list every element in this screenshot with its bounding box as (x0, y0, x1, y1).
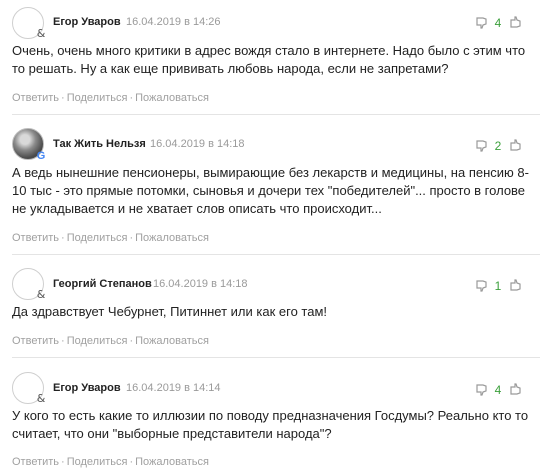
comment-actions: Ответить · Поделиться · Пожаловаться (12, 456, 209, 468)
reply-link[interactable]: Ответить (12, 456, 59, 468)
thumb-up-icon[interactable] (509, 382, 523, 396)
comment-actions: Ответить · Поделиться · Пожаловаться (12, 232, 209, 244)
likes-count: 4 (494, 16, 502, 30)
comment-author[interactable]: Так Жить Нельзя (53, 138, 146, 150)
thumb-up-icon[interactable] (509, 15, 523, 29)
comment-author[interactable]: Егор Уваров (53, 16, 121, 28)
comment-text: Да здравствует Чебурнет, Питиннет или ка… (12, 304, 328, 319)
divider (12, 114, 540, 115)
provider-icon: & (36, 288, 46, 301)
reply-link[interactable]: Ответить (12, 335, 59, 347)
thumb-up-icon[interactable] (509, 138, 523, 152)
likes-count: 2 (494, 139, 502, 153)
share-link[interactable]: Поделиться (67, 456, 128, 468)
comment-text: Очень, очень много критики в адрес вождя… (12, 43, 526, 76)
separator: · (61, 92, 65, 104)
thumb-up-icon[interactable] (509, 278, 523, 292)
separator: · (61, 335, 65, 347)
separator: · (61, 456, 65, 468)
comment-author[interactable]: Егор Уваров (53, 382, 121, 394)
separator: · (129, 335, 134, 347)
likes-count: 1 (494, 279, 502, 293)
thumb-down-icon[interactable] (475, 139, 489, 153)
comment-text: У кого то есть какие то иллюзии по повод… (12, 408, 529, 441)
thumb-down-icon[interactable] (475, 383, 489, 397)
thumb-down-icon[interactable] (475, 16, 489, 30)
report-link[interactable]: Пожаловаться (135, 456, 209, 468)
separator: · (129, 92, 134, 104)
report-link[interactable]: Пожаловаться (135, 232, 209, 244)
separator: · (61, 232, 65, 244)
comment-date: 16.04.2019 в 14:18 (150, 138, 245, 150)
comment-date: 16.04.2019 в 14:14 (126, 382, 221, 394)
comment-author[interactable]: Георгий Степанов (53, 278, 152, 290)
comment-actions: Ответить · Поделиться · Пожаловаться (12, 335, 209, 347)
divider (12, 254, 540, 255)
reply-link[interactable]: Ответить (12, 232, 59, 244)
thumb-down-icon[interactable] (475, 279, 489, 293)
comment-actions: Ответить · Поделиться · Пожаловаться (12, 92, 209, 104)
comment-text: А ведь нынешние пенсионеры, вымирающие б… (12, 165, 529, 216)
reply-link[interactable]: Ответить (12, 92, 59, 104)
divider (12, 357, 540, 358)
provider-icon: & (36, 392, 46, 405)
report-link[interactable]: Пожаловаться (135, 92, 209, 104)
likes-count: 4 (494, 383, 502, 397)
separator: · (129, 456, 134, 468)
google-icon: G (36, 150, 46, 162)
share-link[interactable]: Поделиться (67, 232, 128, 244)
share-link[interactable]: Поделиться (67, 335, 128, 347)
share-link[interactable]: Поделиться (67, 92, 128, 104)
comment-date: 16.04.2019 в 14:18 (153, 278, 248, 290)
comment-date: 16.04.2019 в 14:26 (126, 16, 221, 28)
separator: · (129, 232, 134, 244)
report-link[interactable]: Пожаловаться (135, 335, 209, 347)
provider-icon: & (36, 27, 46, 40)
